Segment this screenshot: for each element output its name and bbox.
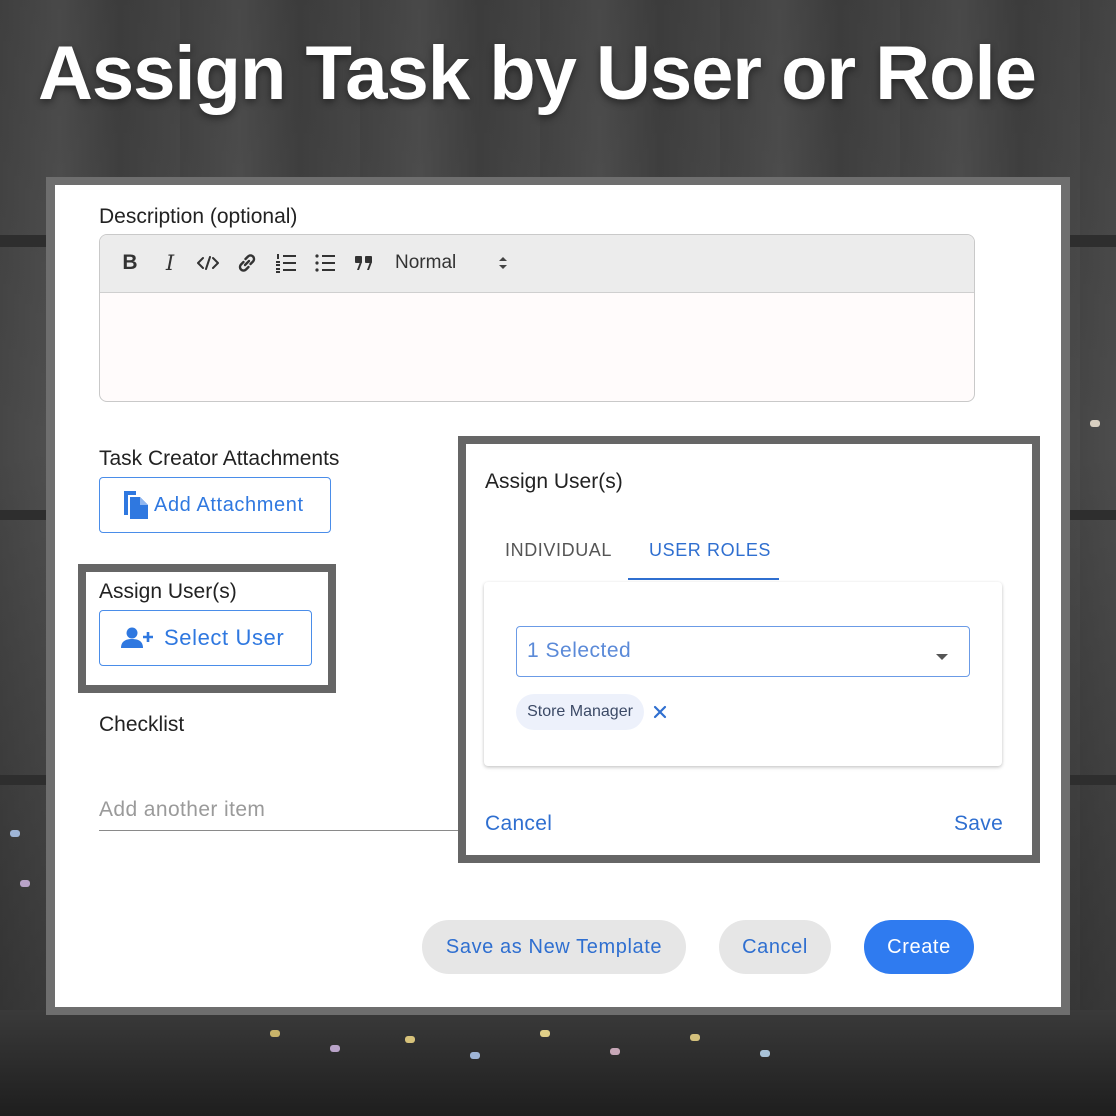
checklist-label: Checklist <box>99 713 185 736</box>
roles-select-value: 1 Selected <box>527 639 632 662</box>
add-attachment-button[interactable]: Add Attachment <box>99 477 331 533</box>
select-user-button[interactable]: Select User <box>99 610 312 666</box>
attachments-label: Task Creator Attachments <box>99 447 340 470</box>
format-select[interactable]: Normal <box>395 249 465 277</box>
dialog-cancel-button[interactable]: Cancel <box>485 812 552 836</box>
checklist-placeholder: Add another item <box>99 798 266 821</box>
add-person-icon <box>120 626 154 650</box>
blockquote-icon[interactable] <box>352 249 376 277</box>
ordered-list-icon[interactable] <box>274 249 298 277</box>
remove-chip-icon[interactable] <box>650 702 670 722</box>
tab-user-roles[interactable]: USER ROLES <box>649 540 771 561</box>
editor-body[interactable] <box>100 293 974 401</box>
bold-icon[interactable]: B <box>120 249 140 277</box>
active-tab-indicator <box>628 578 779 580</box>
add-attachment-label: Add Attachment <box>154 493 304 516</box>
editor-toolbar: B I Normal <box>100 235 974 293</box>
code-icon[interactable] <box>196 249 220 277</box>
description-editor[interactable]: B I Normal <box>99 234 975 402</box>
select-user-label: Select User <box>164 625 285 650</box>
assign-users-label: Assign User(s) <box>99 580 237 603</box>
page-headline: Assign Task by User or Role <box>38 31 1037 116</box>
cancel-button[interactable]: Cancel <box>719 920 831 974</box>
checklist-input[interactable]: Add another item <box>99 790 459 831</box>
tab-individual[interactable]: INDIVIDUAL <box>505 540 612 561</box>
italic-icon[interactable]: I <box>160 249 180 277</box>
save-as-template-button[interactable]: Save as New Template <box>422 920 686 974</box>
dialog-title: Assign User(s) <box>485 470 623 493</box>
bullet-list-icon[interactable] <box>313 249 337 277</box>
roles-select[interactable]: 1 Selected <box>516 626 970 677</box>
link-icon[interactable] <box>235 249 259 277</box>
file-copy-icon <box>122 489 150 521</box>
dialog-save-button[interactable]: Save <box>954 812 1003 836</box>
format-updown-icon[interactable] <box>496 249 510 277</box>
caret-down-icon <box>935 648 949 666</box>
role-chip: Store Manager <box>516 694 644 730</box>
description-label: Description (optional) <box>99 205 298 228</box>
create-button[interactable]: Create <box>864 920 974 974</box>
